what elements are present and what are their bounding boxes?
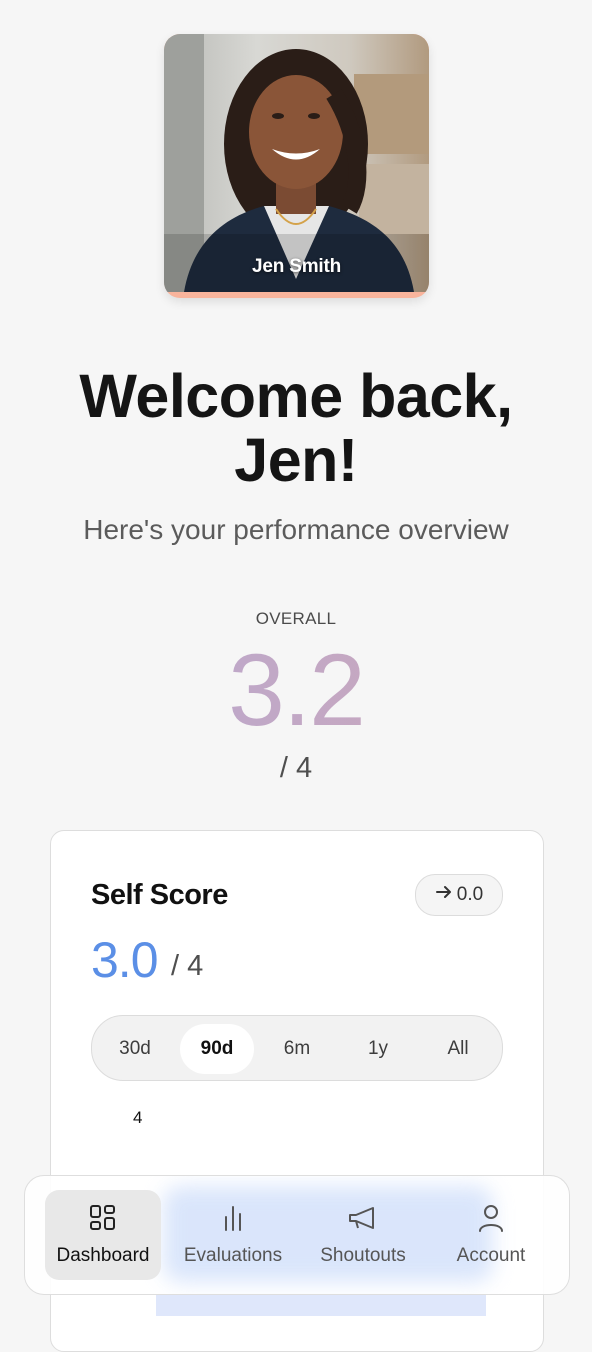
self-score-value: 3.0: [91, 932, 159, 988]
nav-label: Evaluations: [183, 1245, 283, 1266]
welcome-subtitle: Here's your performance overview: [83, 514, 509, 545]
trend-value: 0.0: [456, 884, 484, 905]
overall-score: 3.2: [0, 638, 592, 742]
range-90d[interactable]: 90d: [180, 1024, 254, 1074]
megaphone-icon: [347, 1203, 379, 1245]
profile-name: Jen Smith: [252, 256, 341, 277]
nav-account[interactable]: Account: [433, 1190, 549, 1280]
nav-dashboard[interactable]: Dashboard: [45, 1190, 161, 1280]
user-icon: [476, 1203, 506, 1245]
range-all[interactable]: All: [421, 1024, 495, 1074]
chart-axis-tick: 4: [133, 1108, 143, 1127]
nav-label: Shoutouts: [320, 1245, 406, 1266]
range-30d[interactable]: 30d: [98, 1024, 172, 1074]
arrow-right-icon: [435, 884, 453, 906]
nav-evaluations[interactable]: Evaluations: [175, 1190, 291, 1280]
self-score-title: Self Score: [91, 879, 228, 911]
bar-chart-icon: [218, 1203, 248, 1245]
overall-label: OVERALL: [255, 609, 337, 628]
profile-card[interactable]: Jen Smith: [164, 34, 429, 298]
overall-max: / 4: [279, 752, 313, 784]
profile-photo: Jen Smith: [164, 34, 429, 292]
time-range-selector: 30d 90d 6m 1y All: [91, 1015, 503, 1081]
self-score-max: / 4: [171, 950, 204, 982]
nav-label: Dashboard: [56, 1245, 150, 1266]
bottom-nav: Dashboard Evaluations Shoutouts Account: [24, 1175, 570, 1295]
range-6m[interactable]: 6m: [260, 1024, 334, 1074]
dashboard-icon: [88, 1203, 118, 1245]
welcome-title: Welcome back, Jen!: [79, 362, 513, 494]
trend-badge: 0.0: [415, 874, 503, 916]
nav-label: Account: [456, 1245, 526, 1266]
nav-glow-shadow: [156, 1294, 486, 1316]
nav-shoutouts[interactable]: Shoutouts: [305, 1190, 421, 1280]
range-1y[interactable]: 1y: [341, 1024, 415, 1074]
